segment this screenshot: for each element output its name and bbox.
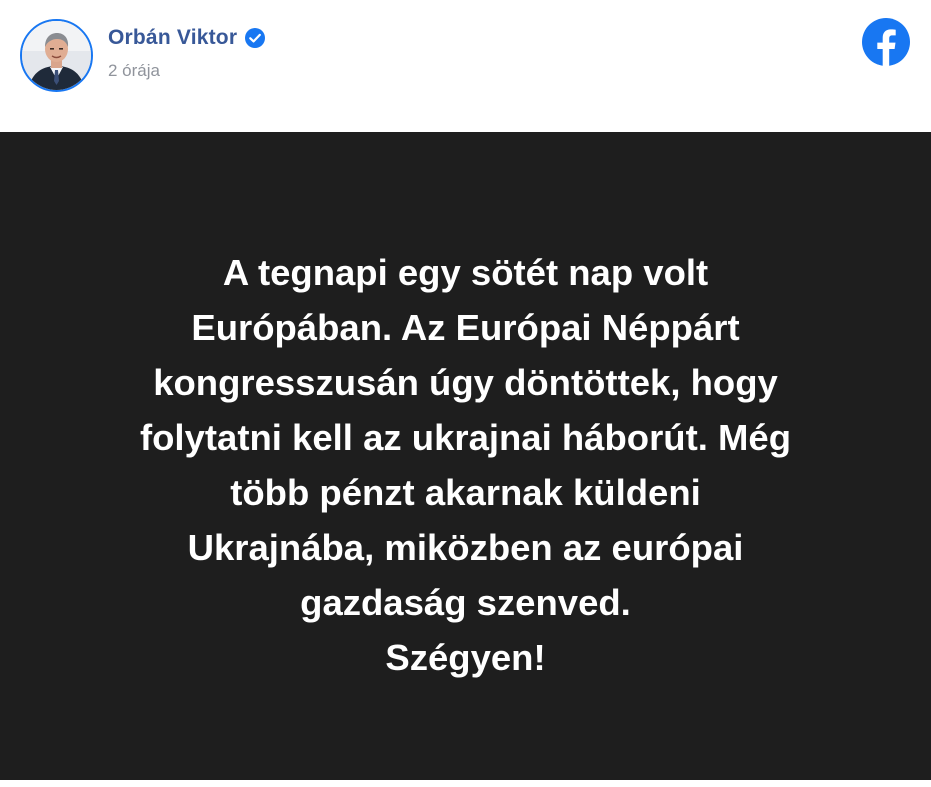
verified-badge-icon — [245, 28, 266, 48]
post-image[interactable]: A tegnapi egy sötét nap volt Európában. … — [0, 132, 931, 780]
profile-photo-icon — [22, 21, 91, 90]
image-text-line: A tegnapi egy sötét nap volt — [222, 252, 709, 293]
image-text-line: Ukrajnába, miközben az európai — [187, 527, 744, 568]
image-text-line: Európában. Az Európai Néppárt — [191, 307, 740, 348]
image-text-line: folytatni kell az ukrajnai háborút. Még — [139, 417, 792, 458]
image-text-line: kongresszusán úgy döntöttek, hogy — [153, 362, 778, 403]
post-footer-divider — [0, 780, 931, 787]
post-timestamp[interactable]: 2 órája — [108, 61, 160, 81]
post-header: Orbán Viktor 2 órája — [0, 0, 931, 132]
image-text-line: Szégyen! — [385, 637, 546, 678]
image-text-line: több pénzt akarnak küldeni — [230, 472, 701, 513]
author-name[interactable]: Orbán Viktor — [108, 26, 237, 50]
facebook-icon[interactable] — [862, 18, 910, 66]
image-text: A tegnapi egy sötét nap volt Európában. … — [40, 245, 891, 685]
avatar[interactable] — [20, 19, 93, 92]
author-row: Orbán Viktor — [108, 26, 266, 50]
image-text-line: gazdaság szenved. — [300, 582, 631, 623]
